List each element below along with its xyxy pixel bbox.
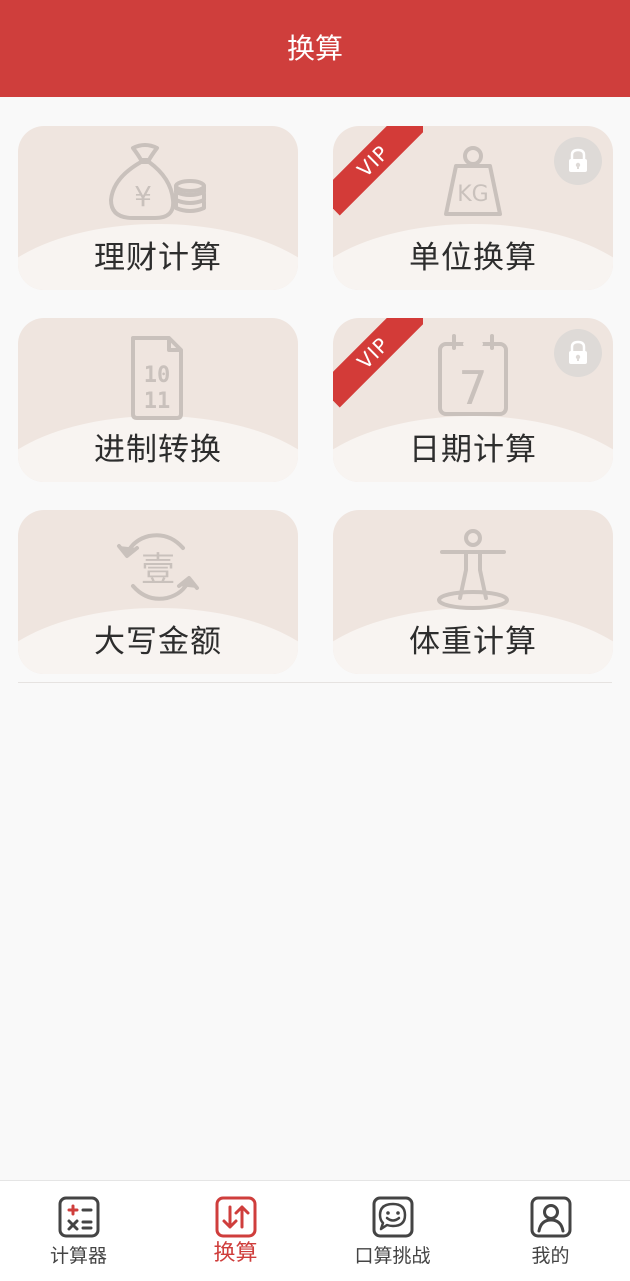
card-label: 理财计算 [94,240,222,276]
card-label: 单位换算 [409,240,537,276]
tab-calculator[interactable]: 计算器 [0,1181,157,1281]
svg-text:KG: KG [457,182,488,207]
card-date-calculation[interactable]: 7 VIP 日期计算 [333,318,613,482]
vip-badge: VIP [333,126,423,216]
svg-text:¥: ¥ [134,180,152,213]
vip-badge: VIP [333,318,423,408]
card-label: 进制转换 [94,432,222,468]
tab-convert[interactable]: 换算 [157,1181,314,1281]
card-unit-conversion[interactable]: KG VIP 单位换算 [333,126,613,290]
binary-file-icon: 10 11 [131,336,183,420]
tab-mental-math[interactable]: 口算挑战 [314,1181,471,1281]
svg-text:壹: 壹 [141,550,175,590]
tab-label: 计算器 [49,1245,107,1267]
svg-text:11: 11 [144,389,171,414]
convert-icon [215,1196,256,1238]
tab-label: 我的 [531,1245,570,1267]
svg-text:10: 10 [144,363,171,388]
divider [18,682,612,683]
money-bag-icon: ¥ [109,143,206,220]
body-figure-icon [437,529,509,610]
lock-icon [554,137,602,185]
tool-grid: ¥ 理财计算 KG VIP 单位换算 10 11 进制转换 7 VIP 日期计算… [0,0,630,700]
tab-label: 换算 [213,1241,258,1266]
bottom-tab-bar: 计算器 换算 口算挑战 我的 [0,1180,630,1281]
chinese-numeral-icon: 壹 [117,533,199,601]
user-icon [530,1196,571,1238]
calendar-icon: 7 [438,334,508,416]
calculator-icon [58,1196,99,1238]
svg-text:7: 7 [458,361,487,415]
weight-kg-icon: KG [444,146,502,216]
lock-icon [554,329,602,377]
card-label: 体重计算 [409,624,537,660]
card-base-conversion[interactable]: 10 11 进制转换 [18,318,298,482]
chat-smile-icon [372,1196,413,1238]
card-label: 大写金额 [94,624,222,660]
tab-profile[interactable]: 我的 [472,1181,629,1281]
tab-label: 口算挑战 [354,1245,431,1267]
card-label: 日期计算 [409,432,537,468]
card-finance[interactable]: ¥ 理财计算 [18,126,298,290]
card-weight-calculation[interactable]: 体重计算 [333,510,613,674]
card-uppercase-amount[interactable]: 壹 大写金额 [18,510,298,674]
